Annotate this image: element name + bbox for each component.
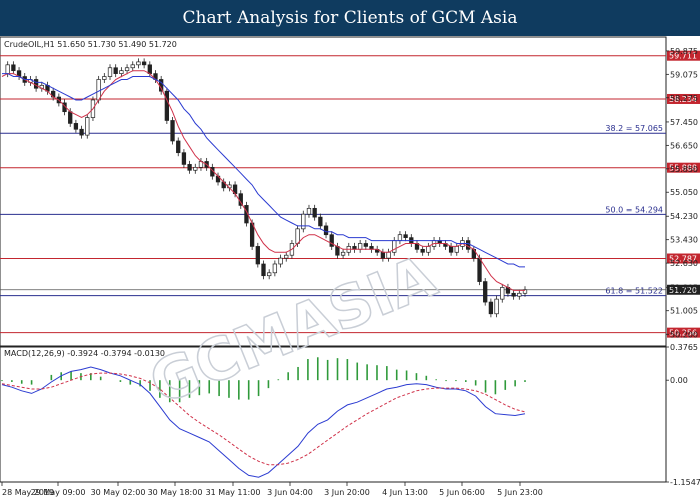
- candle: [170, 120, 175, 142]
- candle: [340, 251, 346, 256]
- chart: 59.71158.23455.88852.78750.25638.2 = 57.…: [0, 36, 700, 497]
- macd-y-tick-label: 0.3765: [670, 343, 698, 352]
- candle: [136, 61, 141, 66]
- candle: [306, 207, 312, 215]
- candle: [96, 79, 101, 101]
- candle: [454, 246, 459, 253]
- candle: [261, 263, 266, 277]
- candle: [403, 234, 408, 238]
- candle: [68, 111, 73, 124]
- candle: [500, 287, 505, 300]
- macd-y-tick-label: -1.1547: [670, 478, 700, 487]
- candle: [79, 128, 84, 136]
- fib-label: 50.0 = 54.294: [605, 205, 663, 214]
- symbol-header: CrudeOIL,H1 51.650 51.730 51.490 51.720: [4, 40, 177, 49]
- candle: [466, 240, 471, 250]
- candle: [130, 64, 135, 69]
- candle: [488, 301, 494, 315]
- candle: [124, 67, 130, 72]
- fib-label: 38.2 = 57.065: [605, 124, 663, 133]
- candle: [312, 207, 317, 218]
- x-tick-label: 29 May 09:00: [31, 488, 86, 497]
- x-tick-label: 30 May 18:00: [148, 488, 203, 497]
- y-tick-label: 59.075: [670, 70, 698, 79]
- y-tick-label: 59.875: [670, 47, 698, 56]
- candle: [181, 152, 187, 165]
- macd-y-tick-label: 0.00: [670, 376, 688, 385]
- candle: [187, 164, 192, 171]
- candle: [73, 123, 79, 130]
- y-tick-label: 56.650: [670, 141, 698, 150]
- candle: [318, 216, 323, 227]
- candle: [119, 70, 124, 74]
- y-tick-label: 55.050: [670, 188, 698, 197]
- candle: [335, 246, 340, 256]
- candle: [323, 225, 329, 236]
- candle: [363, 243, 368, 247]
- y-tick-label: 55.850: [670, 165, 698, 174]
- candle: [113, 67, 118, 74]
- candle: [267, 272, 272, 277]
- y-tick-label: 50.200: [670, 330, 698, 339]
- candle: [164, 90, 170, 121]
- candle: [301, 213, 306, 230]
- candle: [278, 257, 283, 265]
- candle: [357, 243, 363, 250]
- y-tick-label: 54.230: [670, 212, 698, 221]
- candle: [107, 67, 113, 77]
- y-tick-label: 52.630: [670, 259, 698, 268]
- y-tick-label: 57.450: [670, 118, 698, 127]
- candle: [5, 64, 10, 74]
- candle: [477, 257, 482, 282]
- fib-label: 61.8 = 51.522: [605, 287, 663, 296]
- y-tick-label: 51.005: [670, 307, 698, 316]
- candle: [193, 166, 198, 171]
- candle: [33, 79, 39, 89]
- candle: [494, 298, 499, 315]
- candle: [11, 64, 16, 72]
- x-tick-label: 3 Jun 20:00: [324, 488, 370, 497]
- candle: [272, 263, 278, 274]
- candle: [517, 292, 522, 297]
- y-tick-label: 53.430: [670, 236, 698, 245]
- candle: [147, 64, 152, 74]
- x-tick-label: 30 May 02:00: [91, 488, 146, 497]
- candle: [141, 61, 147, 66]
- candle: [176, 140, 181, 154]
- x-tick-label: 5 Jun 06:00: [439, 488, 485, 497]
- candle: [397, 234, 403, 241]
- x-tick-label: 3 Jun 04:00: [267, 488, 313, 497]
- candle: [284, 254, 289, 259]
- candle: [85, 117, 90, 136]
- x-tick-label: 4 Jun 13:00: [382, 488, 428, 497]
- candle: [102, 76, 107, 80]
- candle: [511, 292, 516, 297]
- y-tick-label: 51.805: [670, 283, 698, 292]
- y-tick-label: 58.275: [670, 94, 698, 103]
- candle: [426, 246, 431, 253]
- x-tick-label: 31 May 11:00: [206, 488, 261, 497]
- candle: [255, 246, 260, 265]
- candle: [295, 228, 300, 244]
- x-tick-label: 5 Jun 23:00: [497, 488, 543, 497]
- candle: [483, 281, 488, 303]
- candle: [448, 246, 454, 253]
